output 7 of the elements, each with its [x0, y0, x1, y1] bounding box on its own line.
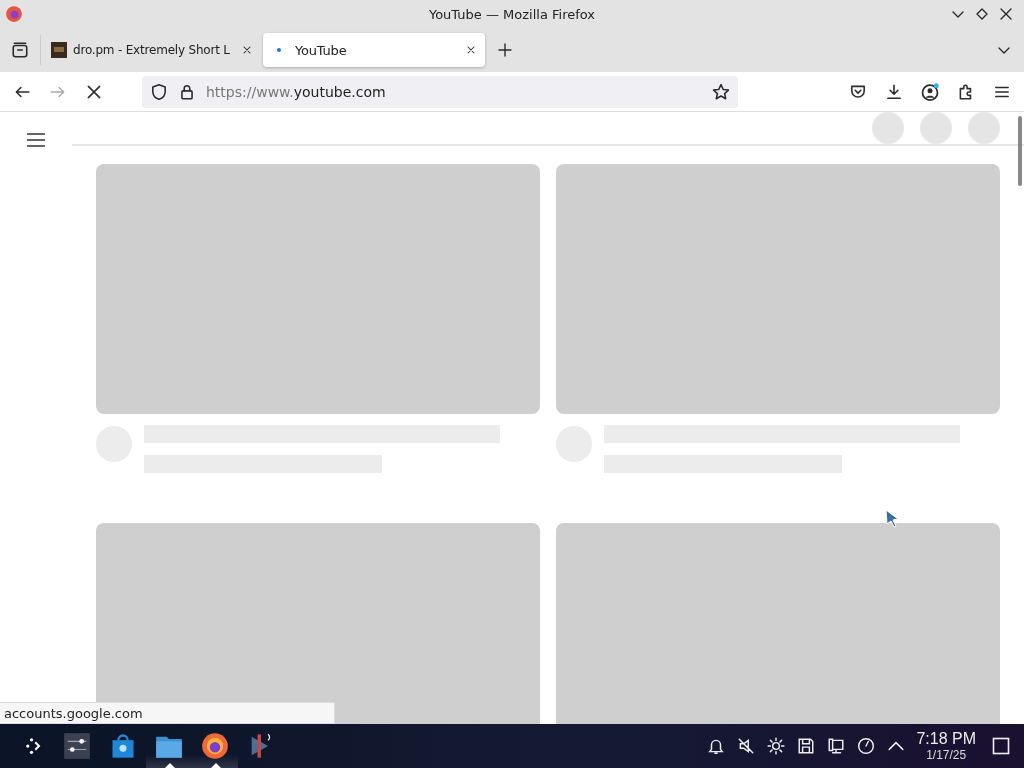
clock[interactable]: 7:18 PM 1/17/25 [916, 731, 976, 761]
browser-tab[interactable]: dro.pm - Extremely Short L [45, 33, 259, 67]
status-url: accounts.google.com [4, 705, 143, 721]
url-text: https://www.youtube.com [206, 83, 387, 100]
window-title: YouTube — Mozilla Firefox [428, 6, 596, 22]
browser-tab[interactable]: YouTube [263, 33, 485, 67]
address-bar[interactable]: https://www.youtube.com [142, 75, 738, 108]
